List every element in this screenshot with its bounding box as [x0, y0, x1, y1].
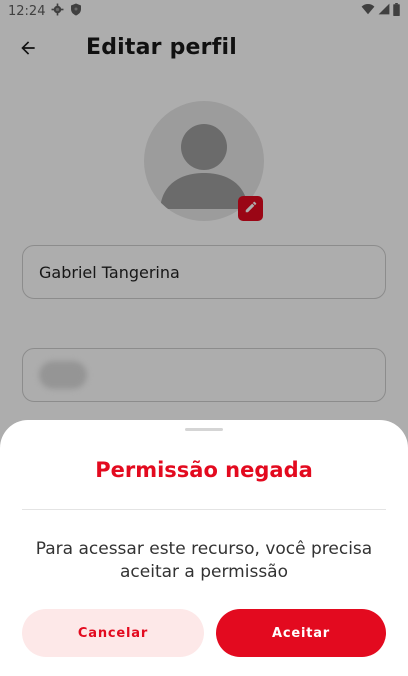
cancel-button[interactable]: Cancelar — [22, 609, 204, 657]
dialog-message: Para acessar este recurso, você precisa … — [35, 539, 373, 582]
cancel-button-label: Cancelar — [77, 625, 149, 641]
dialog-title: Permissão negada — [95, 458, 313, 482]
accept-button[interactable]: Aceitar — [216, 609, 386, 657]
accept-button-label: Aceitar — [271, 625, 331, 641]
drag-handle[interactable] — [185, 428, 223, 431]
edit-profile-screen: 12:24 Editar perfil Gabriel Tangerina Pe… — [0, 0, 408, 676]
permission-bottom-sheet: Permissão negada Para acessar este recur… — [0, 420, 408, 676]
divider — [22, 509, 386, 510]
